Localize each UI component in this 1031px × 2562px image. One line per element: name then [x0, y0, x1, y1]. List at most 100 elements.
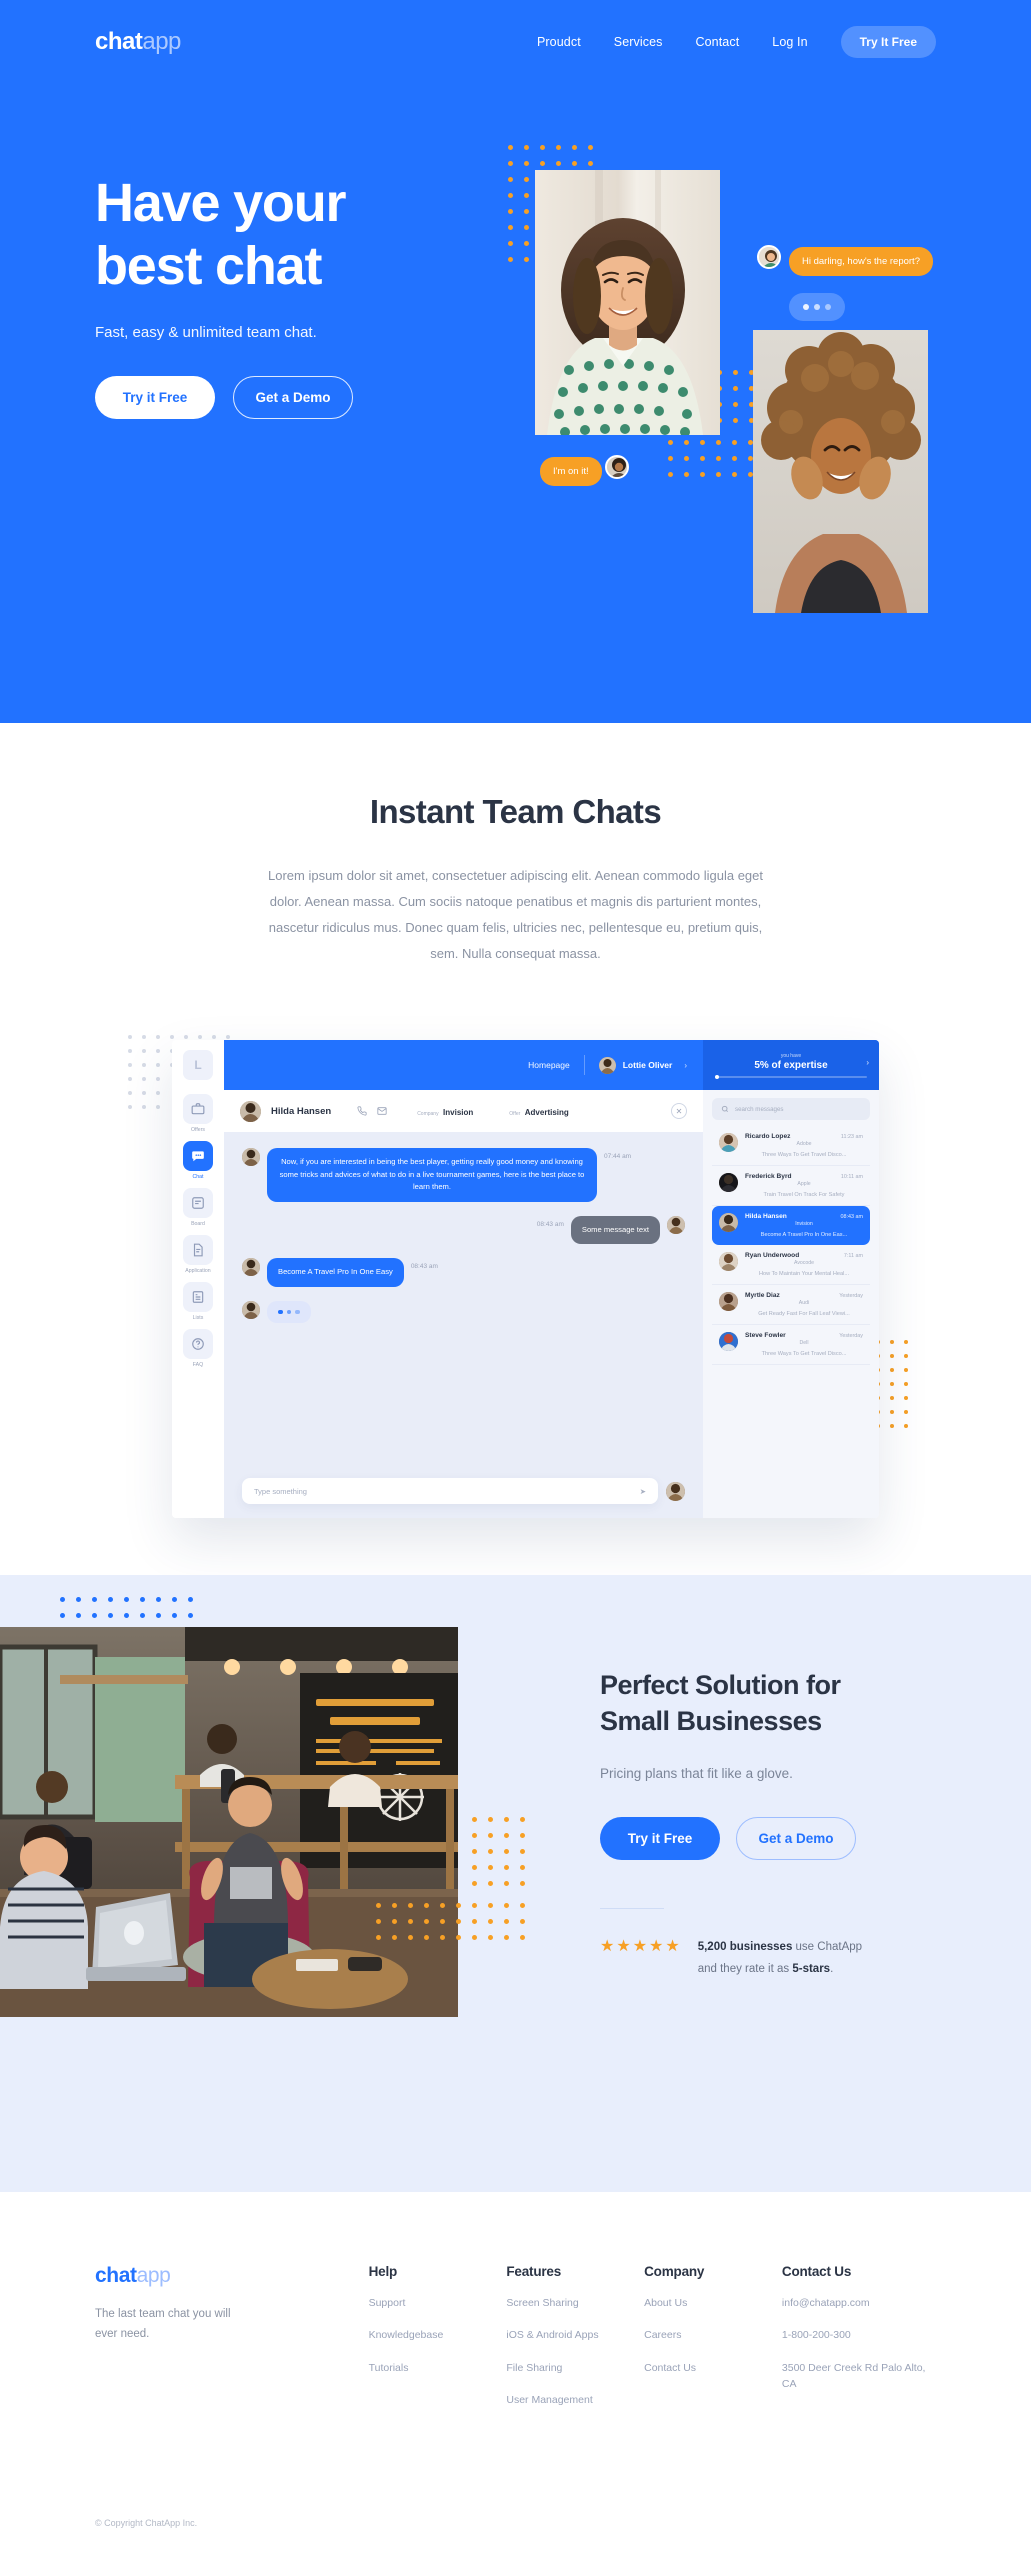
- avatar-image: [719, 1173, 738, 1192]
- footer-link-tutorials[interactable]: Tutorials: [369, 2360, 507, 2376]
- mockup-sidebar-item-lists[interactable]: Lists: [183, 1282, 213, 1321]
- mockup-topbar-user[interactable]: Lottie Oliver: [598, 1056, 672, 1074]
- hero-heading-line2: best chat: [95, 236, 322, 297]
- message-list-item-preview: Three Ways To Get Travel Disco...: [761, 1351, 847, 1357]
- landing-page: chatapp Proudct Services Contact Log In …: [0, 0, 1031, 2562]
- footer-link-contact-us[interactable]: Contact Us: [644, 2360, 782, 2376]
- nav-link-product[interactable]: Proudct: [537, 35, 581, 49]
- briefcase-icon: [183, 1094, 213, 1124]
- avatar-image: [667, 1215, 685, 1234]
- rating-block: ★★★★★ 5,200 businesses use ChatApp and t…: [600, 1937, 980, 1980]
- small-business-photo-image: [0, 1627, 458, 2017]
- avatar: [719, 1133, 738, 1152]
- message-list-item[interactable]: Steve Fowler Yesterday Dell Three Ways T…: [712, 1325, 870, 1365]
- mockup-expertise-widget[interactable]: you have 5% of expertise ›: [703, 1040, 879, 1090]
- footer-link-careers[interactable]: Careers: [644, 2327, 782, 2343]
- avatar-image: [598, 1056, 616, 1074]
- mockup-sidebar-item-chat[interactable]: Chat: [183, 1141, 213, 1180]
- search-icon: [721, 1105, 729, 1113]
- hero-copy: Have your best chat Fast, easy & unlimit…: [95, 172, 515, 420]
- hero-bubble-typing-indicator: [789, 293, 845, 321]
- footer-link-user-management[interactable]: User Management: [506, 2392, 644, 2408]
- chevron-right-icon[interactable]: ›: [866, 1058, 869, 1067]
- page-title: Have your best chat: [95, 172, 515, 298]
- mockup-sidebar-label-offers: Offers: [190, 1127, 206, 1133]
- message-list-item[interactable]: Frederick Byrd 10:11 am Apple Train Trav…: [712, 1166, 870, 1206]
- message-list-item-time: Yesterday: [839, 1293, 863, 1299]
- mockup-main: Homepage Lottie Oliver › you have 5% of …: [224, 1040, 879, 1518]
- footer-logo-part2: app: [136, 2264, 171, 2287]
- mockup-sidebar-item-application[interactable]: Application: [183, 1235, 213, 1274]
- mockup-sidebar-item-faq[interactable]: FAQ: [183, 1329, 213, 1368]
- copyright: © Copyright ChatApp Inc.: [95, 2518, 198, 2529]
- footer-contact-phone[interactable]: 1-800-200-300: [782, 2327, 936, 2343]
- message-list-item-body: Hilda Hansen 08:43 am Invision Become A …: [745, 1213, 863, 1238]
- avatar: [719, 1252, 738, 1271]
- small-business-subtitle: Pricing plans that fit like a glove.: [600, 1765, 793, 1781]
- avatar: [667, 1215, 685, 1234]
- rating-businesses-count: 5,200 businesses: [697, 1941, 793, 1954]
- hero-section: chatapp Proudct Services Contact Log In …: [0, 0, 1031, 723]
- nav-try-it-free-button[interactable]: Try It Free: [840, 26, 936, 58]
- message-list-item-preview: Become A Travel Pro In One Eas...: [760, 1232, 848, 1238]
- brand-logo[interactable]: chatapp: [95, 28, 181, 56]
- footer-column-title-contact: Contact Us: [781, 2264, 852, 2279]
- chevron-right-icon[interactable]: ›: [684, 1061, 687, 1070]
- search-input[interactable]: search messages: [712, 1098, 870, 1120]
- mockup-sidebar-label-application: Application: [185, 1268, 211, 1274]
- message-input[interactable]: Type something ➤: [242, 1478, 658, 1504]
- footer-column-title-help: Help: [368, 2264, 398, 2279]
- mockup-topbar-homepage-link[interactable]: Homepage: [528, 1060, 570, 1070]
- small-business-get-a-demo-button[interactable]: Get a Demo: [736, 1816, 856, 1860]
- small-business-try-it-free-button[interactable]: Try it Free: [600, 1816, 720, 1860]
- footer-link-mobile-apps[interactable]: iOS & Android Apps: [506, 2327, 644, 2343]
- nav-link-contact[interactable]: Contact: [696, 35, 740, 49]
- close-icon[interactable]: ✕: [671, 1103, 687, 1119]
- avatar: [719, 1173, 738, 1192]
- mockup-sidebar-label-chat: Chat: [192, 1174, 204, 1180]
- footer-link-file-sharing[interactable]: File Sharing: [506, 2360, 644, 2376]
- footer-link-support[interactable]: Support: [369, 2295, 507, 2311]
- hero-try-it-free-button[interactable]: Try it Free: [95, 376, 215, 420]
- phone-icon[interactable]: [357, 1106, 367, 1116]
- message-list-item-company: Avocode: [793, 1260, 815, 1266]
- message-list-item[interactable]: Myrtle Diaz Yesterday Audi Get Ready Fas…: [712, 1285, 870, 1325]
- small-business-button-group: Try it Free Get a Demo: [600, 1816, 980, 1860]
- footer-logo[interactable]: chatapp: [95, 2264, 369, 2288]
- footer-link-about-us[interactable]: About Us: [644, 2295, 782, 2311]
- message-list-item[interactable]: Ricardo Lopez 11:23 am Adobe Three Ways …: [712, 1126, 870, 1166]
- footer: chatapp The last team chat you will ever…: [0, 2192, 1031, 2409]
- decorative-dot-grid-mockup-right: [876, 1340, 918, 1438]
- mockup-sidebar-item-offers[interactable]: Offers: [183, 1094, 213, 1133]
- message-list-item[interactable]: Ryan Underwood 7:11 am Avocode How To Ma…: [712, 1245, 870, 1285]
- hero-subtitle: Fast, easy & unlimited team chat.: [95, 324, 317, 342]
- hero-photo-1-image: [535, 170, 720, 435]
- rating-line2-pre: and they rate it as: [697, 1962, 793, 1975]
- message-input-placeholder: Type something: [254, 1486, 307, 1496]
- small-business-title-line2: Small Businesses: [600, 1706, 822, 1737]
- typing-indicator: [267, 1300, 311, 1324]
- mockup-sidebar-logo: L: [183, 1050, 213, 1080]
- avatar: [242, 1300, 260, 1319]
- star-rating-icon: ★★★★★: [600, 1938, 682, 1956]
- mockup-chat-offer-value: Advertising: [524, 1108, 569, 1117]
- send-icon[interactable]: ➤: [640, 1487, 646, 1496]
- mockup-sidebar-item-board[interactable]: Board: [183, 1188, 213, 1227]
- nav-link-services[interactable]: Services: [614, 35, 663, 49]
- mail-icon[interactable]: [377, 1106, 387, 1116]
- mockup-message-bubble: Now, if you are interested in being the …: [267, 1148, 597, 1202]
- nav-link-login[interactable]: Log In: [772, 35, 807, 49]
- avatar-image: [607, 457, 627, 477]
- mockup-message-time: 08:43 am: [536, 1220, 564, 1228]
- mockup-sidebar-label-board: Board: [191, 1221, 205, 1227]
- footer-contact-email[interactable]: info@chatapp.com: [782, 2295, 936, 2311]
- message-list-item-preview: How To Maintain Your Mental Heal...: [758, 1271, 850, 1277]
- message-list-item-company: Apple: [797, 1181, 811, 1187]
- message-list-item-selected[interactable]: Hilda Hansen 08:43 am Invision Become A …: [712, 1206, 870, 1245]
- hero-get-a-demo-button[interactable]: Get a Demo: [233, 376, 353, 420]
- footer-column-company: Company About Us Careers Contact Us: [644, 2264, 782, 2408]
- section-title-team-chats: Instant Team Chats: [369, 793, 662, 830]
- footer-link-knowledgebase[interactable]: Knowledgebase: [369, 2327, 507, 2343]
- message-list-item-body: Ryan Underwood 7:11 am Avocode How To Ma…: [745, 1252, 863, 1277]
- footer-link-screen-sharing[interactable]: Screen Sharing: [506, 2295, 644, 2311]
